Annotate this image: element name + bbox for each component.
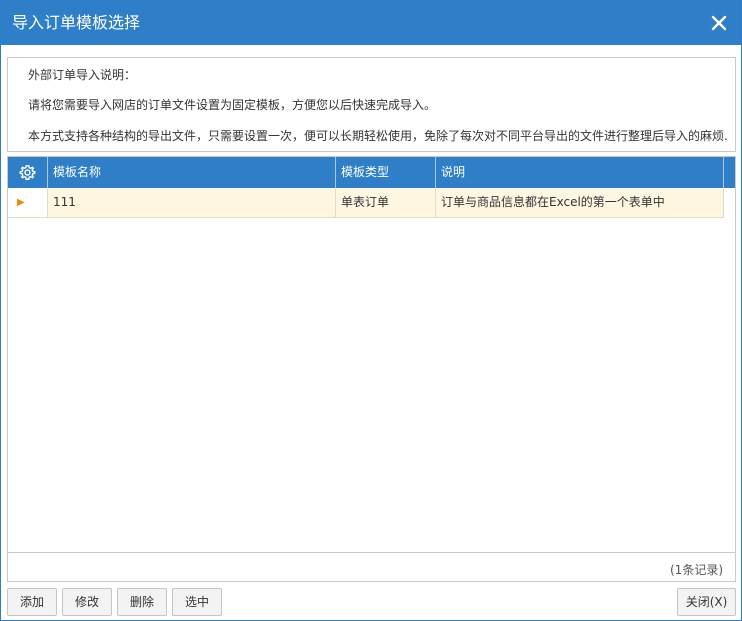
close-button[interactable] [707,11,731,35]
column-header-name[interactable]: 模板名称 [48,157,336,188]
record-count: (1条记录) [670,563,723,577]
column-header-type[interactable]: 模板类型 [336,157,436,188]
import-instructions: 外部订单导入说明： 请将您需要导入网店的订单文件设置为固定模板，方便您以后快速完… [7,57,736,152]
cell-template-type: 单表订单 [336,188,436,217]
select-button[interactable]: 选中 [172,588,222,616]
cell-template-name: 111 [48,188,336,217]
instructions-line: 本方式支持各种结构的导出文件，只需要设置一次，便可以长期轻松使用，免除了每次对不… [28,129,728,143]
dialog-title: 导入订单模板选择 [12,13,141,32]
dialog-titlebar: 导入订单模板选择 [1,1,741,45]
grid-footer: (1条记录) [8,552,735,581]
column-settings-button[interactable] [8,157,48,188]
instructions-line: 请将您需要导入网店的订单文件设置为固定模板，方便您以后快速完成导入。 [28,98,437,112]
template-grid: 模板名称 模板类型 说明 ▶ 111 单表订单 订单与商品信息都在Excel的第… [7,156,736,582]
import-template-dialog: 导入订单模板选择 外部订单导入说明： 请将您需要导入网店的订单文件设置为固定模板… [0,0,742,621]
add-button[interactable]: 添加 [7,588,57,616]
close-dialog-button[interactable]: 关闭(X) [677,588,736,616]
column-header-description[interactable]: 说明 [436,157,724,188]
play-arrow-icon: ▶ [17,197,25,208]
gear-icon [19,165,36,180]
grid-header: 模板名称 模板类型 说明 [8,157,735,188]
close-icon [711,15,727,31]
edit-button[interactable]: 修改 [62,588,112,616]
table-row[interactable]: ▶ 111 单表订单 订单与商品信息都在Excel的第一个表单中 [8,188,724,218]
delete-button[interactable]: 删除 [117,588,167,616]
cell-template-description: 订单与商品信息都在Excel的第一个表单中 [436,188,724,217]
row-indicator: ▶ [8,188,48,217]
instructions-heading: 外部订单导入说明： [28,68,137,82]
